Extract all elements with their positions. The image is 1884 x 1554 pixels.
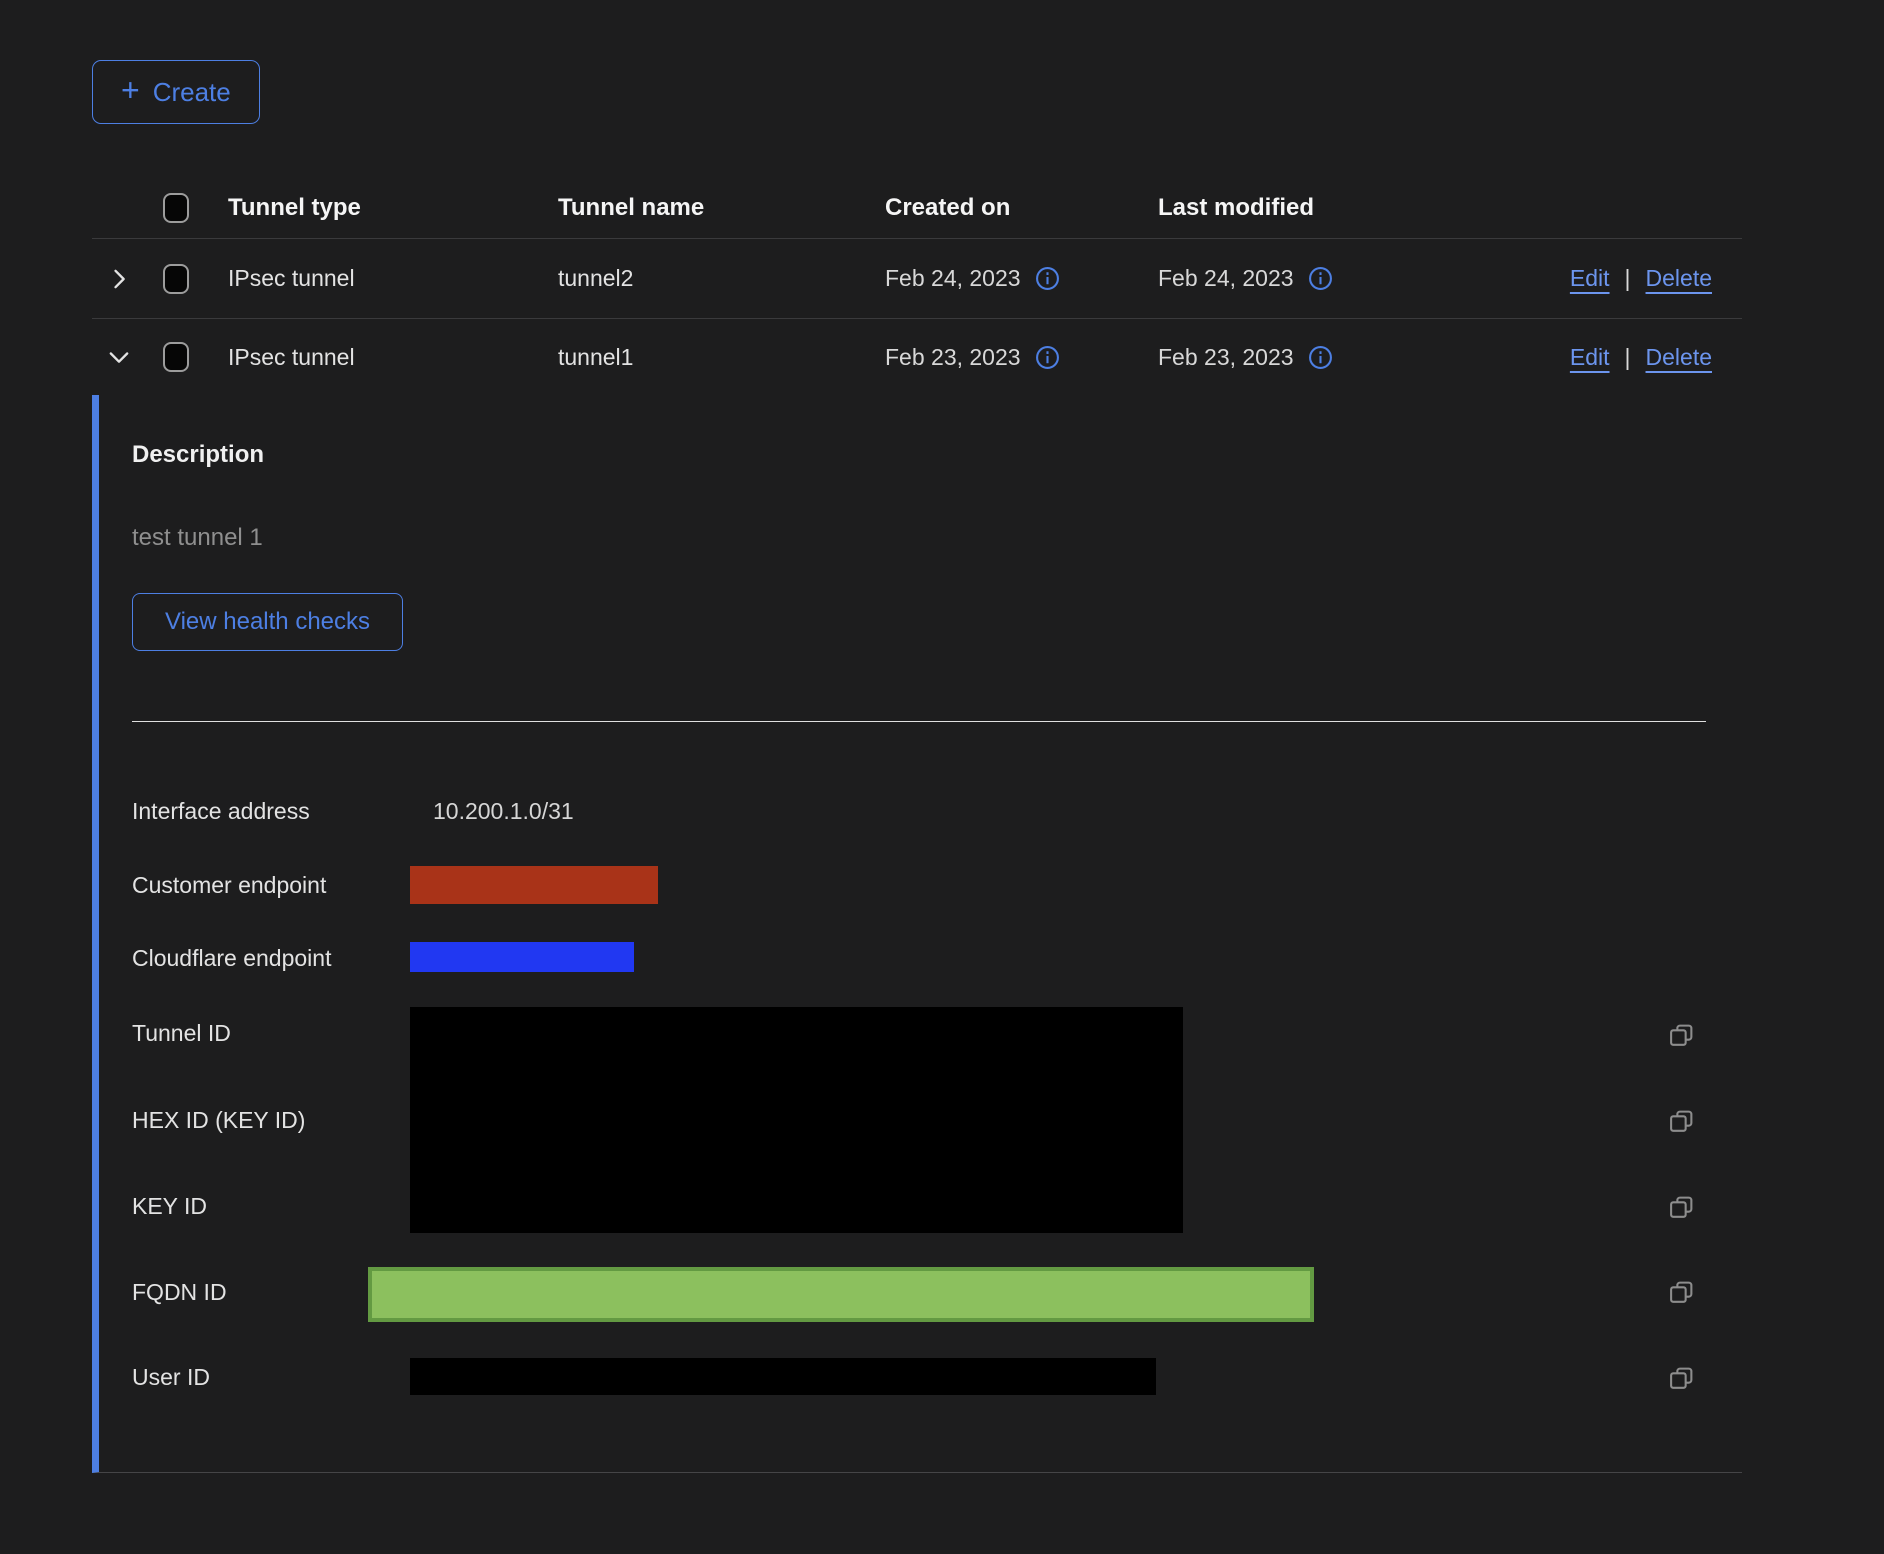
plus-icon: + <box>121 74 140 106</box>
fqdn-id-redacted-value <box>368 1267 1314 1322</box>
copy-icon[interactable] <box>1668 1194 1695 1221</box>
edit-link[interactable]: Edit <box>1570 265 1610 292</box>
tunnel-detail-panel: Description test tunnel 1 View health ch… <box>92 395 1742 1473</box>
tunnel-type-cell: IPsec tunnel <box>228 344 558 371</box>
collapse-chevron-down-icon[interactable] <box>105 343 133 371</box>
tunnels-page: + Create Tunnel type Tunnel name Created… <box>0 0 1884 1554</box>
copy-icon[interactable] <box>1668 1108 1695 1135</box>
row-checkbox[interactable] <box>163 264 189 294</box>
last-modified-cell: Feb 24, 2023 <box>1158 265 1294 292</box>
edit-link[interactable]: Edit <box>1570 344 1610 371</box>
actions-separator: | <box>1625 344 1631 371</box>
tunnel-name-cell: tunnel1 <box>558 344 885 371</box>
info-icon[interactable] <box>1308 345 1333 370</box>
expand-chevron-right-icon[interactable] <box>105 265 133 293</box>
created-on-cell: Feb 24, 2023 <box>885 265 1021 292</box>
select-all-checkbox[interactable] <box>163 193 189 223</box>
description-label: Description <box>132 441 264 469</box>
info-icon[interactable] <box>1308 266 1333 291</box>
create-button[interactable]: + Create <box>92 60 260 124</box>
customer-endpoint-redacted-value <box>410 866 658 904</box>
created-on-cell: Feb 23, 2023 <box>885 344 1021 371</box>
last-modified-cell: Feb 23, 2023 <box>1158 344 1294 371</box>
user-id-redacted-value <box>410 1358 1156 1395</box>
row-checkbox[interactable] <box>163 342 189 372</box>
info-icon[interactable] <box>1035 266 1060 291</box>
ids-redacted-block <box>410 1007 1183 1233</box>
table-header-row: Tunnel type Tunnel name Created on Last … <box>92 177 1742 239</box>
hex-id-label: HEX ID (KEY ID) <box>132 1106 305 1134</box>
create-button-label: Create <box>153 77 231 108</box>
tunnel-name-cell: tunnel2 <box>558 265 885 292</box>
cloudflare-endpoint-redacted-value <box>410 942 634 972</box>
tunnel-id-label: Tunnel ID <box>132 1019 231 1047</box>
key-id-label: KEY ID <box>132 1192 207 1220</box>
interface-address-value: 10.200.1.0/31 <box>433 797 574 825</box>
copy-icon[interactable] <box>1668 1365 1695 1392</box>
delete-link[interactable]: Delete <box>1646 265 1712 292</box>
actions-separator: | <box>1625 265 1631 292</box>
fqdn-id-label: FQDN ID <box>132 1278 227 1306</box>
interface-address-label: Interface address <box>132 797 310 825</box>
header-tunnel-type: Tunnel type <box>228 194 558 222</box>
tunnels-table: Tunnel type Tunnel name Created on Last … <box>92 177 1742 1473</box>
copy-icon[interactable] <box>1668 1022 1695 1049</box>
tunnel-type-cell: IPsec tunnel <box>228 265 558 292</box>
info-icon[interactable] <box>1035 345 1060 370</box>
copy-icon[interactable] <box>1668 1279 1695 1306</box>
header-created-on: Created on <box>885 194 1158 222</box>
header-tunnel-name: Tunnel name <box>558 194 885 222</box>
user-id-label: User ID <box>132 1363 210 1391</box>
delete-link[interactable]: Delete <box>1646 344 1712 371</box>
table-row: IPsec tunnel tunnel2 Feb 24, 2023 Feb 24… <box>92 239 1742 319</box>
table-row: IPsec tunnel tunnel1 Feb 23, 2023 Feb 23… <box>92 319 1742 395</box>
cloudflare-endpoint-label: Cloudflare endpoint <box>132 944 331 972</box>
header-last-modified: Last modified <box>1158 194 1458 222</box>
description-value: test tunnel 1 <box>132 524 263 552</box>
customer-endpoint-label: Customer endpoint <box>132 871 326 899</box>
section-divider <box>132 721 1706 722</box>
view-health-checks-button[interactable]: View health checks <box>132 593 403 651</box>
